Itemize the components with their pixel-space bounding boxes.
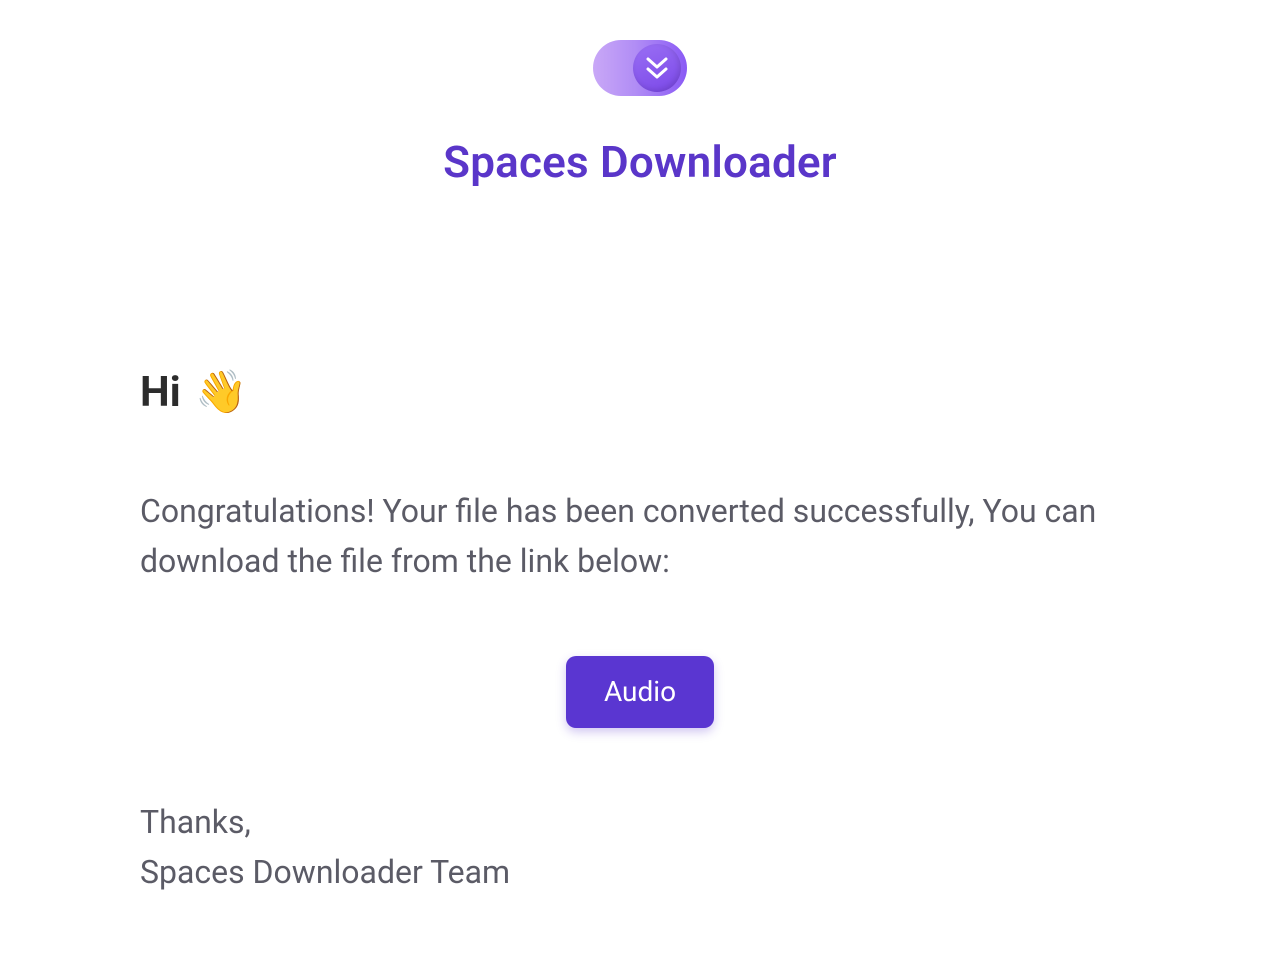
signoff: Thanks, Spaces Downloader Team — [140, 798, 1140, 897]
signoff-team: Spaces Downloader Team — [140, 848, 1140, 898]
email-page: Spaces Downloader Hi 👋 Congratulations! … — [0, 0, 1280, 980]
cta-row: Audio — [140, 656, 1140, 728]
app-logo — [593, 40, 687, 96]
logo-circle — [633, 44, 681, 92]
greeting-text: Hi — [140, 368, 191, 417]
logo-pill — [593, 40, 687, 96]
success-message: Congratulations! Your file has been conv… — [140, 487, 1140, 586]
audio-download-button[interactable]: Audio — [566, 656, 714, 728]
header: Spaces Downloader — [140, 40, 1140, 188]
app-title: Spaces Downloader — [140, 136, 1140, 188]
greeting: Hi 👋 — [140, 368, 1140, 417]
double-chevron-down-icon — [644, 53, 670, 83]
wave-emoji-icon: 👋 — [195, 368, 247, 417]
signoff-thanks: Thanks, — [140, 798, 1140, 848]
